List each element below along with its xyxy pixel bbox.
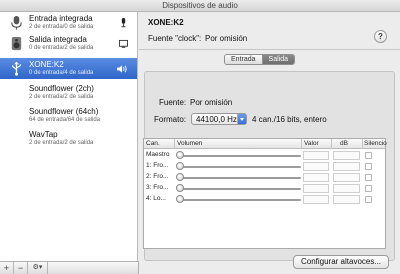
source-label: Fuente: [159, 98, 187, 107]
table-header: Can. Volumen Valor dB Silencio [144, 139, 387, 149]
volume-slider-track[interactable] [177, 155, 301, 157]
device-name: Soundflower (64ch) [29, 107, 99, 116]
tab-salida[interactable]: Salida [262, 55, 294, 64]
device-item-entrada-integrada[interactable]: Entrada integrada 2 de entrada/0 de sali… [0, 12, 137, 33]
mute-checkbox[interactable] [365, 185, 372, 192]
mic-indicator-icon [121, 18, 126, 28]
input-output-tabs: Entrada Salida [224, 54, 295, 65]
tab-entrada[interactable]: Entrada [225, 55, 263, 64]
device-name: WavTap [29, 130, 58, 139]
divider [139, 49, 400, 50]
device-list-toolbar: + − ⚙▾ [0, 261, 139, 274]
value-field[interactable] [303, 162, 329, 171]
device-channels: 64 de entrada/64 de salida [29, 117, 101, 123]
device-channels: 2 de entrada/2 de salida [29, 94, 94, 100]
device-item-xone-k2[interactable]: XONE:K2 0 de entrada/4 de salida [0, 58, 137, 79]
volume-slider-knob[interactable] [176, 195, 184, 203]
channel-name: 3: Fro... [146, 184, 169, 191]
channel-name: 4: Lo... [146, 195, 166, 202]
column-divider [301, 139, 302, 149]
db-field[interactable] [333, 173, 360, 182]
db-field[interactable] [333, 162, 360, 171]
volume-slider-knob[interactable] [176, 162, 184, 170]
source-value: Por omisión [190, 98, 233, 107]
device-name: Salida integrada [29, 35, 87, 44]
device-name: XONE:K2 [29, 60, 64, 69]
clock-source-value: Por omisión [205, 34, 248, 43]
device-channels: 0 de entrada/2 de salida [29, 45, 94, 51]
channel-name: 2: Fro... [146, 173, 169, 180]
speaker-icon [11, 36, 22, 51]
usb-icon [12, 61, 21, 76]
remove-device-button[interactable]: − [14, 262, 28, 274]
window-title: Dispositivos de audio [0, 0, 400, 12]
screen-icon [119, 39, 128, 48]
volume-slider-knob[interactable] [176, 173, 184, 181]
device-item-soundflower-64ch[interactable]: Soundflower (64ch) 64 de entrada/64 de s… [0, 105, 137, 126]
format-label: Formato: [154, 115, 187, 124]
microphone-icon [11, 15, 22, 30]
add-device-button[interactable]: + [0, 262, 14, 274]
volume-slider-track[interactable] [177, 188, 301, 190]
table-row: 3: Fro... [144, 183, 385, 194]
device-title: XONE:K2 [148, 18, 184, 27]
device-channels: 2 de entrada/0 de salida [29, 24, 94, 30]
device-channels: 0 de entrada/4 de salida [29, 70, 94, 76]
device-item-soundflower-2ch[interactable]: Soundflower (2ch) 2 de entrada/2 de sali… [0, 82, 137, 103]
value-field[interactable] [303, 173, 329, 182]
volume-slider-track[interactable] [177, 177, 301, 179]
audio-devices-window: Dispositivos de audio Entrada integrada … [0, 0, 400, 274]
mute-checkbox[interactable] [365, 196, 372, 203]
db-field[interactable] [333, 184, 360, 193]
volume-icon [117, 65, 127, 73]
table-row: Maestro [144, 150, 385, 161]
column-divider [362, 139, 363, 149]
format-description: 4 can./16 bits, entero [252, 115, 327, 124]
device-detail-panel: XONE:K2 Fuente "clock": Por omisión ? En… [139, 12, 400, 274]
help-button[interactable]: ? [374, 30, 387, 43]
volume-slider-track[interactable] [177, 199, 301, 201]
value-field[interactable] [303, 151, 329, 160]
chevron-down-icon [237, 114, 246, 124]
mute-checkbox[interactable] [365, 152, 372, 159]
mute-checkbox[interactable] [365, 163, 372, 170]
device-item-wavtap[interactable]: WavTap 2 de entrada/2 de salida [0, 128, 137, 149]
format-select[interactable]: 44100,0 Hz [191, 113, 247, 125]
format-select-value: 44100,0 Hz [196, 115, 237, 124]
value-field[interactable] [303, 184, 329, 193]
clock-source-label: Fuente "clock": [148, 34, 202, 43]
volume-slider-knob[interactable] [176, 184, 184, 192]
device-channels: 2 de entrada/2 de salida [29, 140, 94, 146]
device-list: Entrada integrada 2 de entrada/0 de sali… [0, 12, 138, 261]
device-item-salida-integrada[interactable]: Salida integrada 0 de entrada/2 de salid… [0, 33, 137, 54]
volume-slider-knob[interactable] [176, 151, 184, 159]
channel-volume-table: Can. Volumen Valor dB Silencio Maestro 1… [143, 138, 387, 249]
column-header-volume: Volumen [177, 140, 203, 147]
db-field[interactable] [333, 195, 360, 204]
channel-name: 1: Fro... [146, 162, 169, 169]
column-header-db: dB [340, 140, 348, 147]
volume-slider-track[interactable] [177, 166, 301, 168]
value-field[interactable] [303, 195, 329, 204]
gear-menu-button[interactable]: ⚙▾ [28, 262, 48, 274]
db-field[interactable] [333, 151, 360, 160]
column-divider [331, 139, 332, 149]
table-row: 4: Lo... [144, 194, 385, 205]
column-header-mute: Silencio [364, 140, 387, 147]
mute-checkbox[interactable] [365, 174, 372, 181]
channel-name: Maestro [146, 151, 170, 158]
device-name: Entrada integrada [29, 14, 93, 23]
column-header-value: Valor [304, 140, 319, 147]
column-header-channel: Can. [146, 140, 160, 147]
device-name: Soundflower (2ch) [29, 84, 94, 93]
table-row: 2: Fro... [144, 172, 385, 183]
column-divider [174, 139, 175, 149]
configure-speakers-button[interactable]: Configurar altavoces... [293, 255, 389, 269]
table-row: 1: Fro... [144, 161, 385, 172]
